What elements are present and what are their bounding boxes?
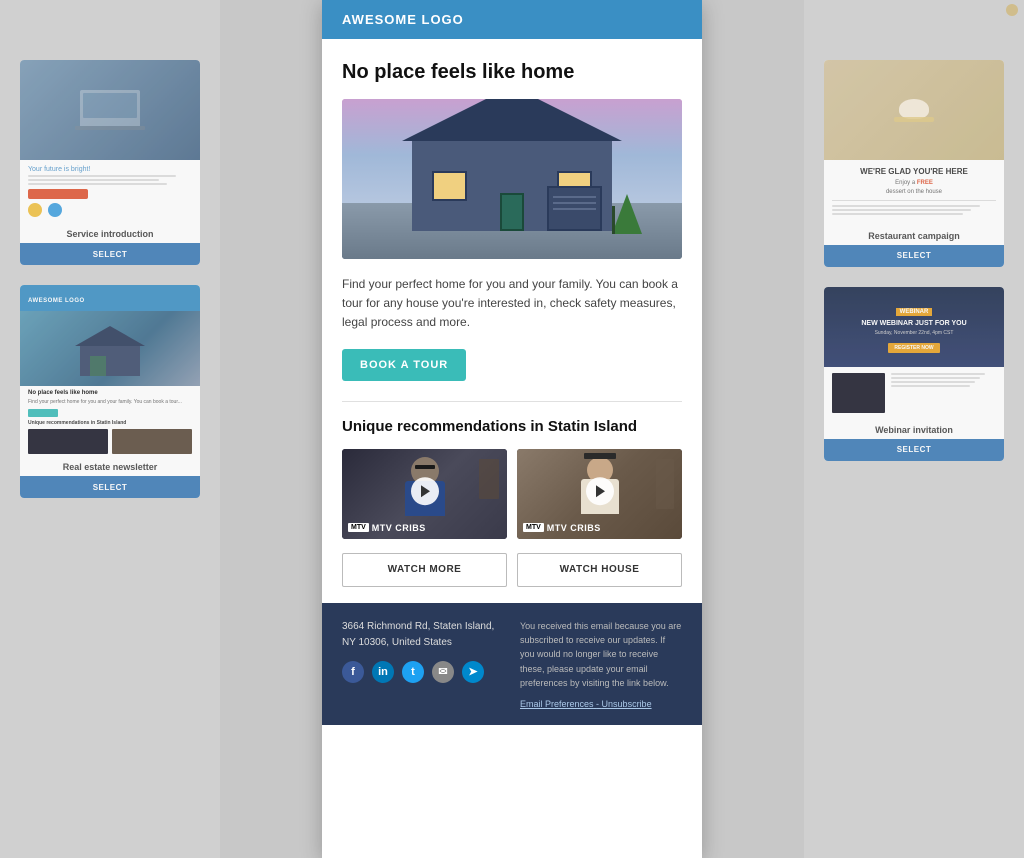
- video-thumb-1[interactable]: MTV MTV CRIBS: [342, 449, 507, 539]
- right-sidebar: WE'RE GLAD YOU'RE HERE Enjoy a FREE dess…: [804, 0, 1024, 858]
- bg-card-left-2-logo-bar: AWESOME LOGO: [20, 285, 200, 311]
- section-divider: [342, 401, 682, 402]
- bg-card-left-2-body: No place feels like home Find your perfe…: [20, 386, 200, 456]
- webinar-badge: WEBINAR: [896, 308, 933, 316]
- webinar-date: Sunday, November 22nd, 4pm CST: [861, 330, 966, 336]
- bg-card-left-2-rec: Unique recommendations in Statin Island: [28, 420, 192, 426]
- book-tour-button[interactable]: BOOK A TOUR: [342, 349, 466, 381]
- bg-card-right-2-text-lines: [891, 373, 996, 387]
- footer-left: 3664 Richmond Rd, Staten Island, NY 1030…: [342, 619, 504, 709]
- email-preferences-link[interactable]: Email Preferences: [520, 699, 594, 709]
- bg-card-right-2-select-btn[interactable]: SELECT: [824, 439, 1004, 461]
- bg-card-right-1-enjoy: Enjoy a: [895, 180, 917, 186]
- video-thumb-2[interactable]: MTV MTV CRIBS: [517, 449, 682, 539]
- social-facebook-icon[interactable]: f: [342, 661, 364, 683]
- bg-card-left-1-title-small: Your future is bright!: [28, 166, 192, 173]
- bg-card-left-2-btn: [28, 409, 58, 417]
- email-description: Find your perfect home for you and your …: [342, 275, 682, 333]
- webinar-headline: NEW WEBINAR JUST FOR YOU: [861, 319, 966, 328]
- bg-card-left-1-icons: [28, 203, 192, 217]
- bg-card-left-2-label: Real estate newsletter: [20, 456, 200, 476]
- mtv-badge-2: MTV MTV CRIBS: [523, 523, 601, 533]
- main-email-card: AWESOME LOGO No place feels like home: [322, 0, 702, 858]
- bg-card-left-2-desc: Find your perfect home for you and your …: [28, 399, 192, 406]
- house-door: [500, 193, 524, 231]
- bg-card-left-1-select-btn[interactable]: SELECT: [20, 243, 200, 265]
- footer-social: f in t ✉ ➤: [342, 661, 504, 683]
- recommendations-title: Unique recommendations in Statin Island: [342, 418, 682, 435]
- email-body: No place feels like home: [322, 39, 702, 603]
- bg-card-right-2-content: WEBINAR NEW WEBINAR JUST FOR YOU Sunday,…: [861, 300, 966, 354]
- bg-card-right-2-body: [824, 367, 1004, 419]
- bg-card-left-2-image: [20, 311, 200, 386]
- play-button-2[interactable]: [586, 477, 614, 505]
- social-telegram-icon[interactable]: ➤: [462, 661, 484, 683]
- bg-card-left-2-logo: AWESOME LOGO: [28, 298, 85, 304]
- window-left: [432, 171, 467, 201]
- bg-card-right-1-label: Restaurant campaign: [824, 225, 1004, 245]
- play-button-1[interactable]: [411, 477, 439, 505]
- email-logo: AWESOME LOGO: [342, 12, 682, 27]
- watch-house-button[interactable]: WATCH HOUSE: [517, 553, 682, 587]
- social-email-icon[interactable]: ✉: [432, 661, 454, 683]
- house-roof: [402, 99, 622, 141]
- bg-card-left-1-cta: [28, 189, 88, 199]
- bg-card-left-2-video-thumbs: [28, 429, 192, 454]
- bg-card-right-1-extra: [824, 200, 1004, 225]
- page-wrapper: Your future is bright! Service introduct…: [0, 0, 1024, 858]
- footer-address: 3664 Richmond Rd, Staten Island, NY 1030…: [342, 619, 504, 651]
- bg-card-left-1-body: Your future is bright!: [20, 160, 200, 223]
- bg-card-right-1-subtext: Enjoy a FREE dessert on the house: [824, 179, 1004, 200]
- bg-card-right-2-video-row: [832, 373, 996, 413]
- bg-card-left-1-text-lines: [28, 175, 192, 185]
- bg-card-right-1: WE'RE GLAD YOU'RE HERE Enjoy a FREE dess…: [824, 60, 1004, 267]
- unsubscribe-link[interactable]: Unsubscribe: [602, 699, 652, 709]
- mtv-cribs-text-1: MTV CRIBS: [372, 523, 426, 533]
- email-hero-image: [342, 99, 682, 259]
- bg-card-left-1-image: [20, 60, 200, 160]
- watch-btn-row: WATCH MORE WATCH HOUSE: [342, 553, 682, 603]
- bg-card-right-1-select-btn[interactable]: SELECT: [824, 245, 1004, 267]
- bg-card-left-1-label: Service introduction: [20, 223, 200, 243]
- bg-card-right-1-free: FREE: [917, 180, 933, 186]
- mtv-badge-1: MTV MTV CRIBS: [348, 523, 426, 533]
- footer-body-text: You received this email because you are …: [520, 619, 682, 691]
- email-footer: 3664 Richmond Rd, Staten Island, NY 1030…: [322, 603, 702, 725]
- footer-links[interactable]: Email Preferences - Unsubscribe: [520, 699, 682, 709]
- mtv-cribs-text-2: MTV CRIBS: [547, 523, 601, 533]
- left-sidebar: Your future is bright! Service introduct…: [0, 0, 220, 858]
- social-linkedin-icon[interactable]: in: [372, 661, 394, 683]
- mtv-logo-2: MTV: [523, 523, 544, 532]
- bg-card-left-2-select-btn[interactable]: SELECT: [20, 476, 200, 498]
- play-triangle-2: [596, 485, 605, 497]
- email-header: AWESOME LOGO: [322, 0, 702, 39]
- social-twitter-icon[interactable]: t: [402, 661, 424, 683]
- play-triangle-1: [421, 485, 430, 497]
- house-scene: [342, 99, 682, 259]
- bg-card-right-2-label: Webinar invitation: [824, 419, 1004, 439]
- bg-card-right-2: WEBINAR NEW WEBINAR JUST FOR YOU Sunday,…: [824, 287, 1004, 461]
- bg-card-left-2: AWESOME LOGO No place feels like home Fi…: [20, 285, 200, 498]
- footer-right: You received this email because you are …: [520, 619, 682, 709]
- bg-card-right-1-text-lines: [832, 205, 996, 215]
- bg-card-right-2-text: [891, 373, 996, 413]
- bg-card-left-2-headline: No place feels like home: [28, 390, 192, 396]
- bg-card-right-1-title: WE'RE GLAD YOU'RE HERE: [824, 160, 1004, 179]
- bg-card-right-2-image: WEBINAR NEW WEBINAR JUST FOR YOU Sunday,…: [824, 287, 1004, 367]
- bg-card-left-1: Your future is bright! Service introduct…: [20, 60, 200, 265]
- bg-card-right-1-image: [824, 60, 1004, 160]
- email-headline: No place feels like home: [342, 59, 682, 85]
- bg-card-right-1-dessert: dessert on the house: [886, 189, 942, 195]
- webinar-reg-btn[interactable]: REGISTER NOW: [888, 343, 939, 353]
- mtv-logo-1: MTV: [348, 523, 369, 532]
- watch-more-button[interactable]: WATCH MORE: [342, 553, 507, 587]
- tree: [612, 194, 642, 234]
- video-row: MTV MTV CRIBS: [342, 449, 682, 539]
- garage-right: [547, 186, 602, 231]
